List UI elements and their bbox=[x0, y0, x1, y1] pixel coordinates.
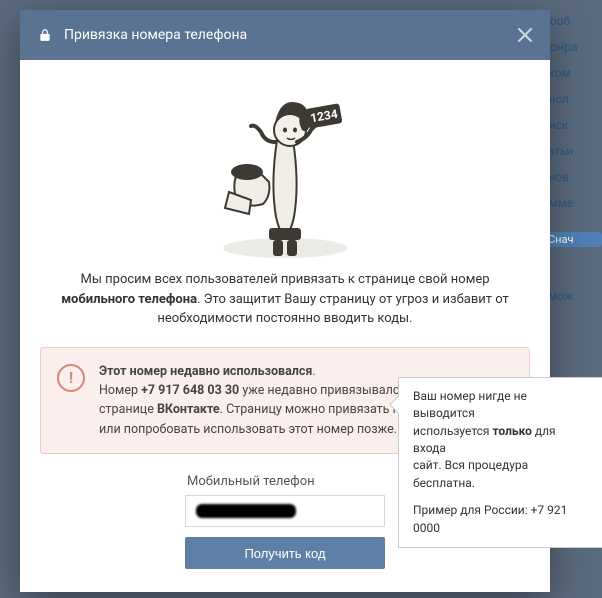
bg-link: эмож bbox=[542, 289, 602, 303]
close-button[interactable] bbox=[518, 25, 532, 45]
phone-form: Мобильный телефон Получить код bbox=[185, 474, 385, 569]
tooltip-example: Пример для России: +7 921 0000 bbox=[413, 502, 590, 537]
bg-button[interactable]: Снач bbox=[542, 232, 602, 247]
lock-icon bbox=[38, 28, 52, 42]
warning-heading: Этот номер недавно использовался bbox=[99, 364, 312, 379]
get-code-button[interactable]: Получить код bbox=[185, 537, 385, 569]
close-icon bbox=[518, 28, 532, 42]
bg-link: еком bbox=[542, 66, 602, 80]
bg-link: омме bbox=[542, 196, 602, 210]
phone-label: Мобильный телефон bbox=[185, 474, 385, 489]
phone-hint-tooltip: Ваш номер нигде не выводится используетс… bbox=[398, 377, 602, 548]
bg-link: бнов bbox=[542, 170, 602, 184]
bg-link: оиск bbox=[542, 118, 602, 132]
phone-input[interactable] bbox=[185, 495, 385, 527]
modal-title: Привязка номера телефона bbox=[64, 27, 247, 43]
bg-link: татьи bbox=[542, 144, 602, 158]
bg-link: Сооб bbox=[542, 14, 602, 28]
bg-link: Понра bbox=[542, 40, 602, 54]
warning-phone: +7 917 648 03 30 bbox=[141, 383, 239, 398]
bg-link: ансл bbox=[542, 92, 602, 106]
alert-icon: ! bbox=[57, 364, 85, 392]
tooltip-p1: Ваш номер нигде не выводится используетс… bbox=[413, 388, 590, 492]
redacted-phone-value bbox=[196, 504, 296, 518]
modal-header: Привязка номера телефона bbox=[20, 10, 550, 60]
intro-post: . Это защитит Вашу страницу от угроз и и… bbox=[157, 292, 508, 327]
intro-pre: Мы просим всех пользователей привязать к… bbox=[80, 272, 489, 287]
intro-text: Мы просим всех пользователей привязать к… bbox=[46, 270, 524, 329]
illustration-woman-phone-icon: 1234 bbox=[205, 80, 365, 260]
intro-bold: мобильного телефона bbox=[61, 292, 197, 307]
